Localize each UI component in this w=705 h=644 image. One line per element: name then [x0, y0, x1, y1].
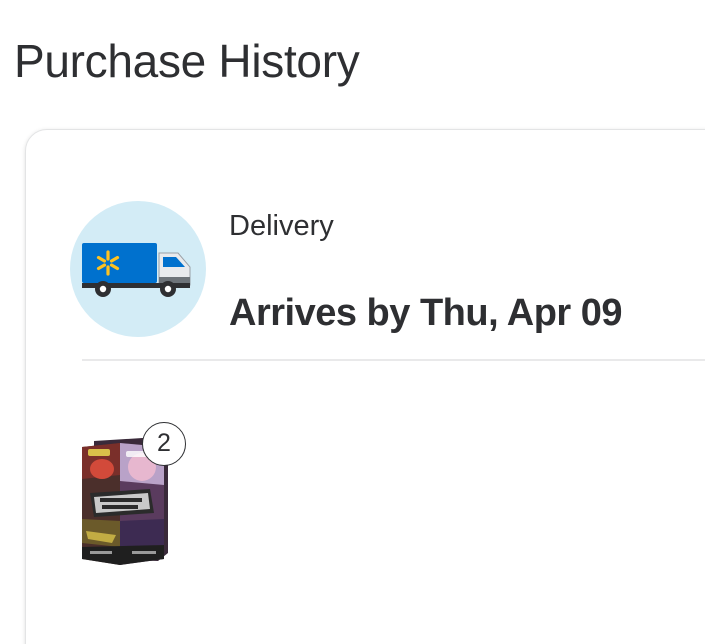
delivery-truck-icon: [70, 201, 206, 337]
divider: [82, 359, 705, 361]
arrival-date: Arrives by Thu, Apr 09: [229, 292, 623, 334]
fulfillment-type-label: Delivery: [229, 210, 334, 242]
quantity-badge: 2: [142, 422, 186, 466]
page-title: Purchase History: [14, 35, 360, 87]
purchase-history-page: Purchase History Delivery Arrives by Thu…: [0, 0, 705, 644]
order-card[interactable]: Delivery Arrives by Thu, Apr 09 2: [25, 129, 705, 644]
